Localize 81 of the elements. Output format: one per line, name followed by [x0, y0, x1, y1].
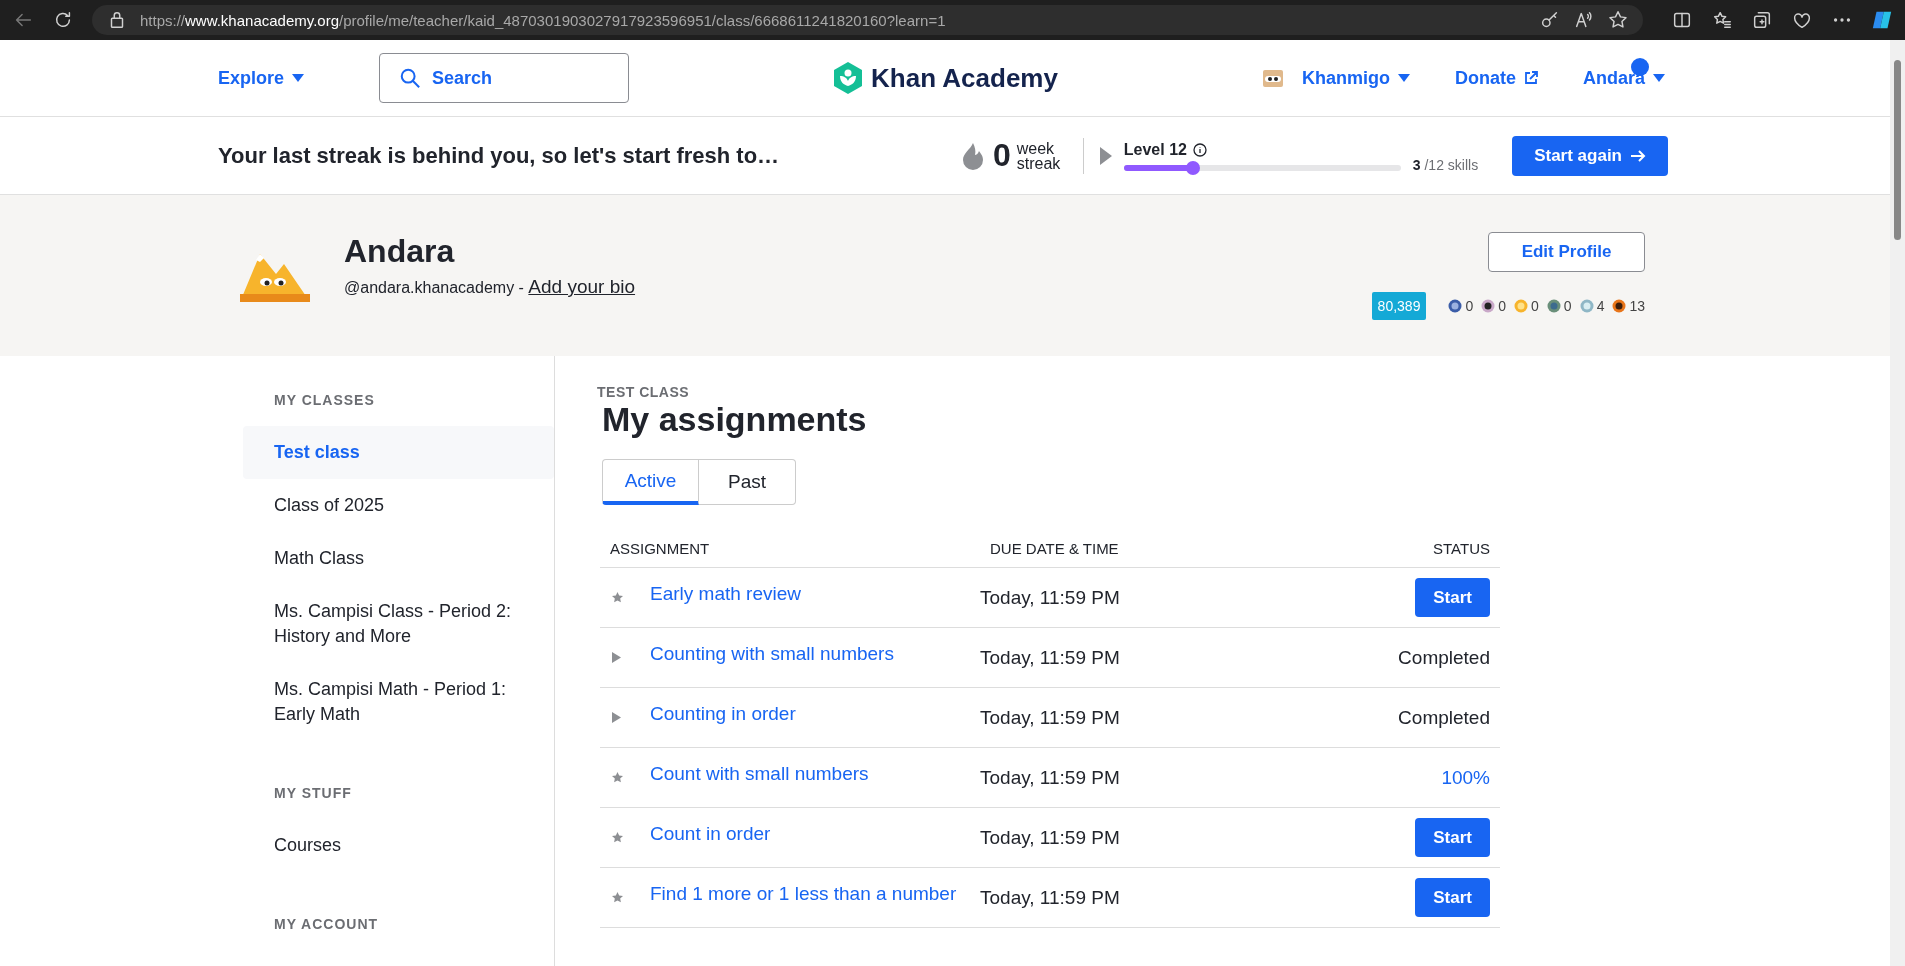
class-label: TEST CLASS [597, 384, 691, 400]
energy-points: 80,389 [1371, 291, 1427, 320]
streak-count: 0 [992, 137, 1011, 174]
caret-icon [1653, 74, 1665, 82]
badge-count: 4 [1596, 297, 1605, 314]
badge-count: 0 [1531, 297, 1539, 314]
sidebar-item[interactable]: Class of 2025 [243, 479, 554, 532]
streak-message: Your last streak is behind you, so let's start fresh to… [218, 142, 781, 169]
profile-name: Andara [344, 233, 456, 270]
start-button[interactable]: Start [1415, 878, 1490, 917]
address-bar[interactable]: https://www.khanacademy.org/profile/me/teacher/kaid_4870301903027917923596951/class/6668611241820160?learn=1 [92, 5, 1643, 35]
robot-icon [1261, 68, 1284, 88]
column-header: STATUS [1280, 540, 1500, 568]
sidebar-heading: MY ACCOUNT [273, 916, 380, 932]
badge-count: 0 [1563, 297, 1572, 314]
sidebar-item[interactable]: Test class [243, 426, 554, 479]
expand-icon[interactable] [612, 712, 621, 723]
start-again-button[interactable]: Start again [1512, 135, 1668, 176]
level-label: Level 12 [1123, 140, 1187, 159]
scrollbar[interactable] [1890, 40, 1905, 966]
expand-icon[interactable] [612, 652, 621, 663]
start-button[interactable]: Start [1415, 818, 1490, 857]
column-header: ASSIGNMENT [600, 540, 980, 568]
column-header: DUE DATE & TIME [980, 540, 1281, 568]
badge-icon [1612, 298, 1627, 313]
star-icon[interactable] [1607, 9, 1629, 31]
sidebar-heading: MY CLASSES [273, 392, 376, 408]
add-bio-link[interactable]: Add your bio [528, 276, 636, 297]
start-button[interactable]: Start [1415, 578, 1490, 617]
due-date: Today, 11:59 PM [980, 747, 1281, 808]
due-date: Today, 11:59 PM [980, 807, 1281, 868]
arrow-right-icon [1630, 148, 1646, 163]
explore-menu[interactable]: Explore [218, 67, 305, 89]
badge-icon [1579, 298, 1594, 313]
logo-icon [833, 62, 864, 94]
sidebar-item[interactable]: Ms. Campisi Math - Period 1: Early Math [243, 663, 554, 741]
assignment-link[interactable]: Count with small numbers [650, 762, 869, 784]
url-text: https://www.khanacademy.org/profile/me/teacher/kaid_4870301903027917923596951/class/6668611241820160?learn=1 [140, 11, 947, 29]
status-text: Completed [1398, 706, 1490, 728]
caret-icon [292, 74, 305, 82]
khanmigo-menu[interactable]: Khanmigo [1261, 67, 1410, 89]
sidebar-item[interactable]: Ms. Campisi Class - Period 2: History and More [243, 585, 554, 663]
skills-count: 3 /12 skills [1412, 156, 1479, 173]
assignment-link[interactable]: Early math review [650, 582, 801, 604]
badge-count: 0 [1498, 297, 1507, 314]
page-title: My assignments [602, 400, 868, 439]
edit-profile-button[interactable]: Edit Profile [1488, 231, 1645, 272]
due-date: Today, 11:59 PM [980, 867, 1281, 928]
favorites-icon[interactable] [1711, 9, 1733, 31]
caret-icon [1397, 74, 1410, 82]
username: @andara.khanacademy - [344, 279, 524, 296]
flame-icon [960, 141, 985, 170]
sidebar-item[interactable]: Math Class [243, 532, 554, 585]
logo-text[interactable]: Khan Academy [871, 62, 1058, 94]
assignment-link[interactable]: Counting with small numbers [650, 642, 894, 664]
assignment-link[interactable]: Counting in order [650, 702, 796, 724]
due-date: Today, 11:59 PM [980, 627, 1281, 688]
sidebar-heading: MY STUFF [273, 785, 353, 801]
score-link[interactable]: 100% [1441, 766, 1490, 788]
badge-icon [1546, 298, 1561, 313]
due-date: Today, 11:59 PM [980, 567, 1281, 628]
badge-count: 0 [1465, 297, 1474, 314]
badge-icon [1481, 298, 1496, 313]
streak-unit: week streak [1016, 140, 1062, 171]
badge-icon [1448, 298, 1463, 313]
info-icon[interactable] [1192, 142, 1207, 157]
sidebar-item[interactable]: Courses [243, 819, 554, 872]
donate-link[interactable]: Donate [1454, 67, 1538, 89]
search-field[interactable]: Search [379, 53, 630, 103]
external-link-icon [1524, 71, 1538, 85]
tab[interactable]: Active [602, 459, 699, 505]
badge-icon [1514, 298, 1529, 313]
copilot-icon[interactable] [1871, 9, 1893, 31]
badge-count: 13 [1629, 297, 1645, 314]
tab[interactable]: Past [699, 459, 796, 505]
play-icon [1099, 146, 1112, 165]
assignment-link[interactable]: Find 1 more or 1 less than a number [650, 882, 957, 904]
status-text: Completed [1398, 646, 1490, 668]
assignment-link[interactable]: Count in order [650, 822, 771, 844]
due-date: Today, 11:59 PM [980, 687, 1281, 748]
collections-icon[interactable] [1751, 9, 1773, 31]
